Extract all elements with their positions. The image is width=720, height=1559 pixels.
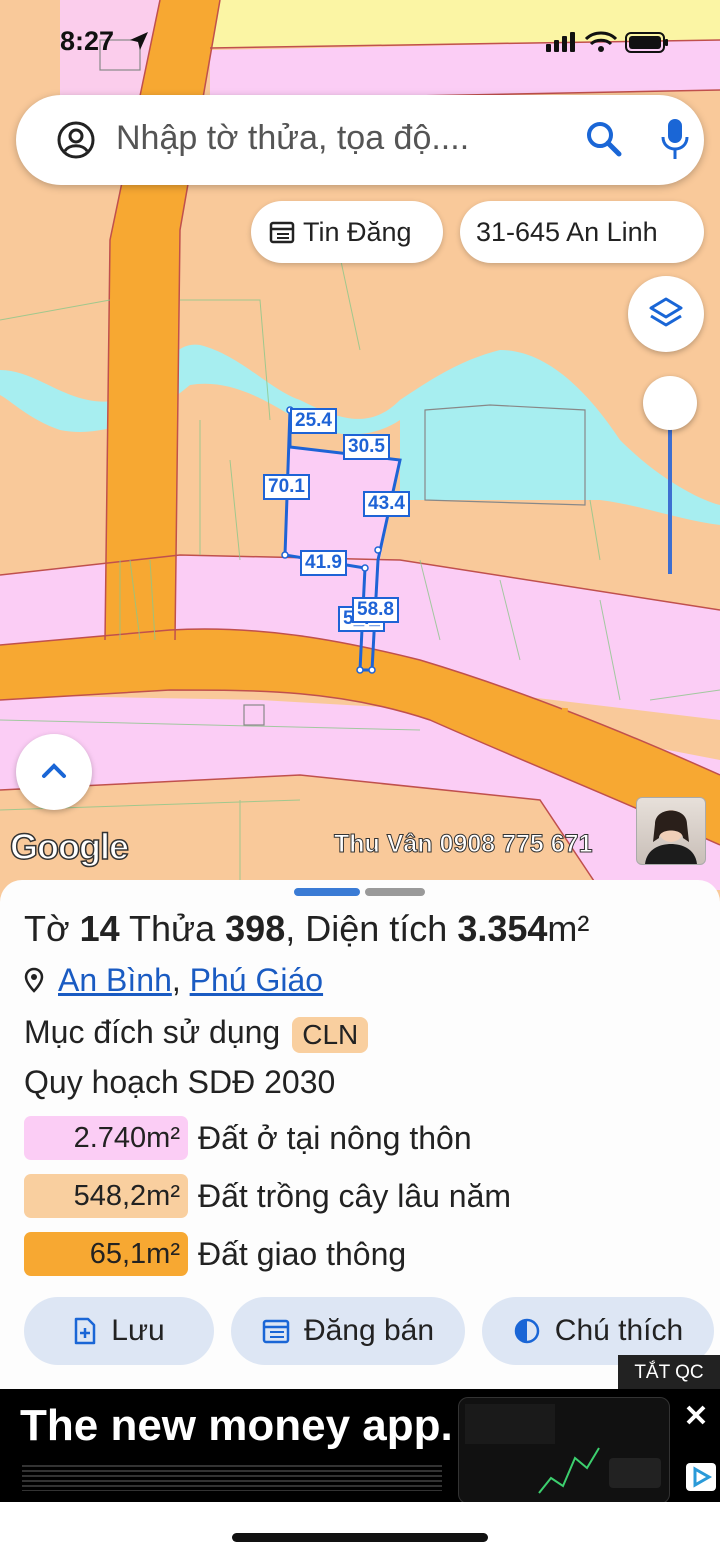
zone-row: 2.740m² Đất ở tại nông thôn — [24, 1116, 472, 1160]
ad-headline[interactable]: The new money app. — [20, 1401, 453, 1451]
layers-button[interactable] — [628, 276, 704, 352]
google-logo: Google — [9, 825, 130, 868]
save-button-label: Lưu — [111, 1314, 165, 1347]
district-link[interactable]: Phú Giáo — [190, 962, 323, 998]
post-sale-button[interactable]: Đăng bán — [231, 1297, 465, 1365]
location-chip-label: 31-645 An Linh — [476, 216, 658, 247]
zone-row: 65,1m² Đất giao thông — [24, 1232, 406, 1276]
account-icon[interactable] — [56, 120, 96, 160]
hide-ads-button[interactable]: TẮT QC — [618, 1355, 720, 1391]
status-bar: 8:27 — [0, 24, 720, 60]
chevron-up-icon — [42, 763, 66, 778]
status-icons — [546, 31, 668, 53]
expand-button[interactable] — [16, 734, 92, 810]
sheet-handle[interactable] — [365, 888, 425, 896]
save-button[interactable]: Lưu — [24, 1297, 214, 1365]
home-indicator[interactable] — [232, 1533, 488, 1542]
layers-icon — [649, 297, 683, 327]
dimension-label: 58.8 — [352, 597, 399, 623]
dimension-label: 43.4 — [363, 491, 410, 517]
add-file-icon — [75, 1317, 96, 1345]
dimension-label: 70.1 — [263, 474, 310, 500]
dimension-label: 41.9 — [300, 550, 347, 576]
contrast-icon — [514, 1318, 540, 1344]
location-pin-icon — [24, 967, 44, 993]
plot-number: 398 — [225, 908, 286, 949]
microphone-icon[interactable] — [660, 117, 690, 161]
listings-chip-label: Tin Đăng — [303, 216, 412, 247]
home-area — [0, 1502, 720, 1559]
zone-area: 548,2m² — [24, 1174, 188, 1218]
search-bar[interactable]: Nhập tờ thửa, tọa độ.... — [16, 95, 704, 185]
plan-label: Quy hoạch SDĐ 2030 — [24, 1064, 336, 1100]
calendar-icon — [269, 221, 295, 244]
adchoices-icon[interactable] — [686, 1463, 716, 1491]
zone-row: 548,2m² Đất trồng cây lâu năm — [24, 1174, 511, 1218]
opacity-slider-handle[interactable] — [643, 376, 697, 430]
parcel-title: Tờ 14 Thửa 398, Diện tích 3.354m² — [24, 908, 590, 949]
zone-label: Đất ở tại nông thôn — [198, 1119, 472, 1156]
signal-icon — [546, 32, 575, 52]
parcel-area: 3.354 — [457, 908, 548, 949]
sheet-number: 14 — [79, 908, 120, 949]
location-chip[interactable]: 31-645 An Linh — [460, 201, 704, 263]
close-icon[interactable] — [684, 1403, 708, 1427]
dimension-label: 30.5 — [343, 434, 390, 460]
calendar-icon — [262, 1319, 290, 1344]
legend-button-label: Chú thích — [554, 1314, 684, 1347]
location-arrow-icon — [130, 32, 148, 50]
land-use-purpose: Mục đích sử dụng CLN — [24, 1014, 369, 1053]
search-input[interactable]: Nhập tờ thửa, tọa độ.... — [116, 119, 469, 158]
zone-label: Đất giao thông — [198, 1235, 407, 1272]
zone-label: Đất trồng cây lâu năm — [198, 1177, 512, 1214]
parcel-location: An Bình, Phú Giáo — [24, 962, 323, 999]
search-icon[interactable] — [584, 119, 624, 159]
ward-link[interactable]: An Bình — [58, 962, 172, 998]
dimension-label: 25.4 — [290, 408, 337, 434]
ad-fine-print — [22, 1465, 442, 1491]
post-sale-button-label: Đăng bán — [303, 1314, 435, 1347]
ad-banner[interactable]: The new money app. — [0, 1389, 720, 1502]
zone-area: 2.740m² — [24, 1116, 188, 1160]
avatar — [636, 797, 706, 865]
status-time: 8:27 — [60, 26, 115, 56]
zone-area: 65,1m² — [24, 1232, 188, 1276]
wifi-icon — [584, 31, 618, 46]
watermark-text: Thu Vân 0908 775 671 — [333, 830, 593, 859]
listings-chip[interactable]: Tin Đăng — [251, 201, 443, 263]
land-use-badge: CLN — [292, 1016, 369, 1053]
sheet-handle-active[interactable] — [294, 888, 360, 896]
ad-phone-image — [458, 1397, 670, 1502]
parcel-info-sheet[interactable]: Tờ 14 Thửa 398, Diện tích 3.354m² An Bìn… — [0, 880, 720, 1391]
